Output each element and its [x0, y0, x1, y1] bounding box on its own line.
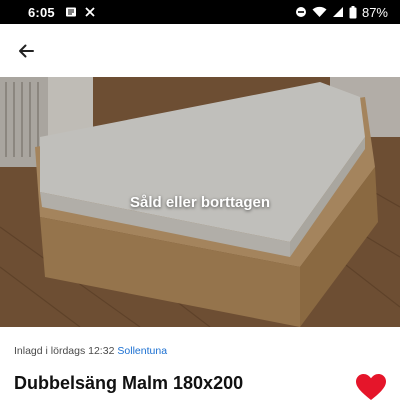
status-bar: 6:05 87%	[0, 0, 400, 24]
listing-meta: Inlagd i lördags 12:32 Sollentuna	[14, 345, 167, 357]
battery-percent: 87%	[361, 4, 388, 20]
heart-icon	[356, 374, 386, 400]
battery-icon	[349, 5, 357, 18]
image-overlay: Såld eller borttagen	[0, 77, 400, 327]
status-notification-icons	[65, 6, 96, 18]
message-icon	[65, 7, 76, 17]
wifi-icon	[312, 6, 327, 17]
status-system-icons: 87%	[295, 5, 388, 20]
listing-title: Dubbelsäng Malm 180x200	[14, 373, 244, 393]
arrow-left-icon	[19, 44, 34, 58]
missed-call-icon	[85, 7, 95, 17]
location-link[interactable]: Sollentuna	[117, 345, 167, 357]
listing-image[interactable]: Såld eller borttagen	[0, 77, 400, 327]
back-button[interactable]	[14, 39, 38, 63]
favorite-button[interactable]	[355, 373, 387, 400]
signal-icon	[332, 7, 343, 17]
sold-status-label: Såld eller borttagen	[129, 193, 271, 211]
status-time: 6:05	[28, 4, 55, 20]
app-bar	[0, 24, 400, 78]
posted-date: Inlagd i lördags 12:32	[14, 345, 115, 357]
dnd-icon	[295, 7, 306, 17]
